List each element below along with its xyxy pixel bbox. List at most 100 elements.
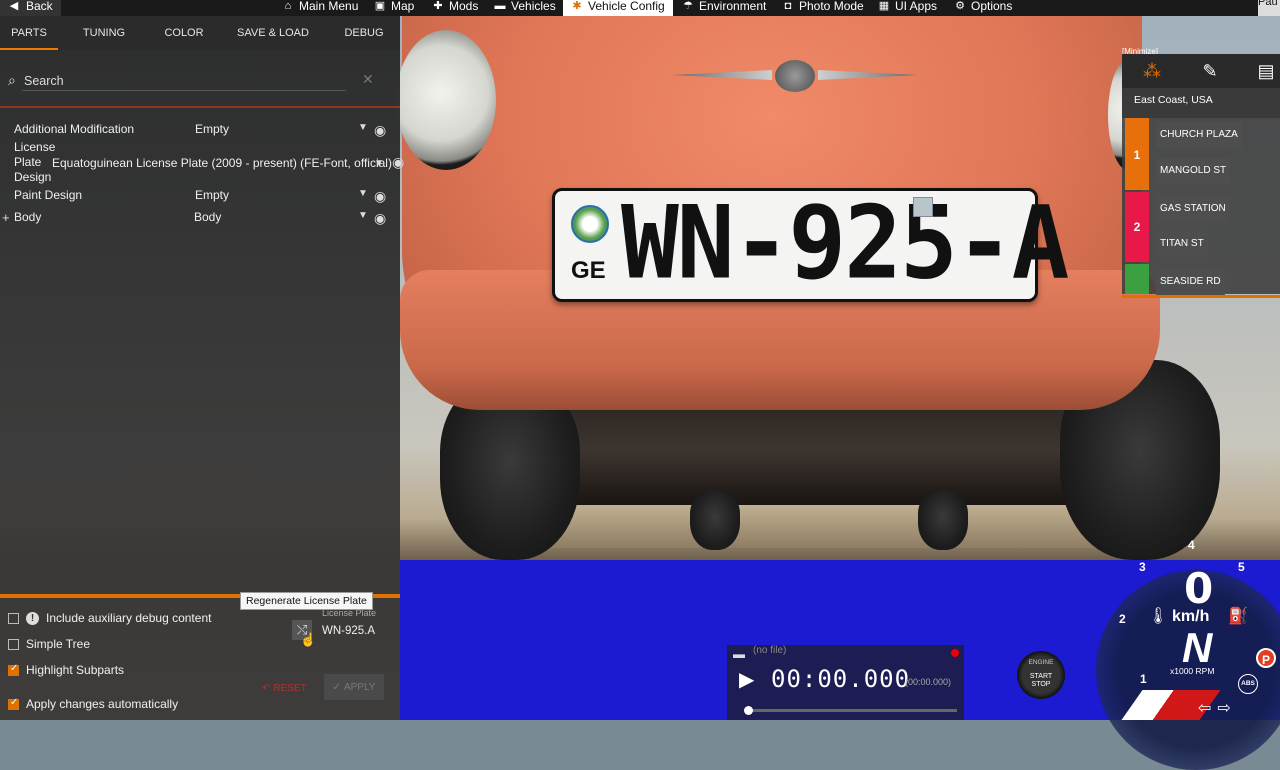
pause-button[interactable]: Pau (1258, 0, 1280, 16)
menu-label: UI Apps (895, 0, 938, 13)
part-row-additional-modification[interactable]: Additional Modification Empty ▼ ◉ (0, 122, 400, 142)
rpm-tick: 4 (1188, 538, 1195, 552)
desert-horizon (540, 498, 1100, 548)
replay-total-time: (00:00.000) (905, 677, 952, 687)
segment-number: 2 (1133, 220, 1141, 234)
street-item[interactable]: MANGOLD ST (1156, 158, 1231, 184)
menu-label: Environment (699, 0, 767, 13)
nav-bottom-bar (1122, 295, 1280, 298)
car-icon: ▬ (494, 0, 506, 12)
check-icon: ✓ (332, 681, 341, 693)
eye-icon[interactable]: ◉ (374, 122, 386, 139)
option-highlight-subparts[interactable]: Highlight Subparts (8, 661, 124, 679)
apply-button[interactable]: ✓ APPLY (324, 674, 384, 700)
street-item[interactable]: SEASIDE RD (1156, 269, 1225, 295)
chevron-down-icon[interactable]: ▼ (358, 188, 368, 199)
option-simple-tree[interactable]: Simple Tree (8, 635, 90, 653)
tab-debug[interactable]: DEBUG (328, 16, 400, 50)
clear-icon[interactable]: ✕ (362, 71, 374, 88)
search-bar: ⌕ ✕ (0, 66, 400, 108)
option-apply-automatically[interactable]: Apply changes automatically (8, 695, 178, 713)
eye-icon[interactable]: ◉ (374, 188, 386, 205)
menu-ui-apps[interactable]: ▦ UI Apps (878, 0, 937, 16)
menu-label: Photo Mode (799, 0, 864, 13)
play-icon[interactable]: ▶ (739, 667, 754, 692)
undo-icon: ↶ (262, 682, 271, 694)
route-icon[interactable]: ⁂ (1138, 59, 1166, 83)
street-item[interactable]: TITAN ST (1156, 231, 1208, 257)
chevron-down-icon[interactable]: ▼ (374, 158, 384, 169)
folder-icon[interactable]: ▬ (733, 647, 745, 661)
mods-icon: ✚ (433, 0, 443, 12)
tab-save-load[interactable]: SAVE & LOAD (218, 16, 328, 50)
replay-scrubber[interactable] (744, 706, 957, 715)
menu-main-menu[interactable]: ⌂ Main Menu (282, 0, 359, 16)
edit-icon[interactable]: ✎ (1196, 59, 1224, 83)
option-label: Simple Tree (26, 637, 91, 651)
menu-label: Main Menu (299, 0, 359, 13)
part-value[interactable]: Body (194, 210, 221, 224)
menu-environment[interactable]: ☂ Environment (682, 0, 766, 16)
map-icon: ▣ (374, 0, 386, 12)
menu-map[interactable]: ▣ Map (374, 0, 415, 16)
license-plate: GE WN-925-A (552, 184, 1069, 302)
reset-button[interactable]: ↶ RESET (262, 680, 307, 696)
part-value[interactable]: Empty (195, 188, 229, 202)
menu-options[interactable]: ⚙ Options (954, 0, 1012, 16)
speedometer: 1 2 3 4 5 0 🌡 km/h ⛽ N x1000 RPM P ABS ⇦… (1092, 538, 1280, 770)
chevron-down-icon[interactable]: ▼ (358, 122, 368, 133)
route-segment (1125, 264, 1149, 294)
engine-start-stop-button[interactable]: ENGINE START STOP (1017, 651, 1065, 699)
save-icon[interactable]: ▤ (1252, 59, 1280, 83)
simple-tree-checkbox[interactable] (8, 638, 19, 650)
part-label-line: Design (14, 170, 52, 184)
replay-time: 00:00.000 (771, 665, 911, 693)
engine-start-label: START (1029, 673, 1053, 680)
license-plate-input[interactable] (318, 620, 394, 642)
engine-label: ENGINE (1028, 659, 1054, 666)
auto-apply-checkbox[interactable] (8, 697, 19, 710)
part-label-line: Plate (14, 155, 42, 169)
search-icon: ⌕ (8, 72, 16, 88)
config-tabs: PARTS TUNING COLOR SAVE & LOAD DEBUG (0, 16, 400, 50)
street-item[interactable]: CHURCH PLAZA (1156, 122, 1242, 148)
nav-route-list: 1 2 CHURCH PLAZA MANGOLD ST GAS STATION … (1122, 118, 1280, 295)
tab-parts[interactable]: PARTS (0, 16, 58, 50)
tab-color[interactable]: COLOR (150, 16, 218, 50)
option-include-debug[interactable]: ! Include auxiliary debug content (8, 609, 211, 627)
part-row-body[interactable]: + Body Body ▼ ◉ (0, 210, 400, 230)
menu-label: Map (391, 0, 415, 13)
scrubber-knob[interactable] (744, 706, 753, 715)
part-value[interactable]: Equatoguinean License Plate (2009 - pres… (52, 156, 392, 170)
menu-vehicle-config[interactable]: ✱ Vehicle Config (563, 0, 673, 16)
left-headlamp (396, 30, 496, 170)
segment-number: 1 (1133, 148, 1141, 162)
settings-icon: ⚙ (955, 0, 965, 12)
menu-vehicles[interactable]: ▬ Vehicles (494, 0, 556, 16)
street-item[interactable]: GAS STATION (1156, 196, 1230, 222)
debug-checkbox[interactable] (8, 612, 19, 624)
eye-icon[interactable]: ◉ (392, 154, 404, 171)
navigation-widget: [Minimize] ⁂ ✎ ▤ East Coast, USA 1 2 CHU… (1122, 47, 1280, 300)
abs-icon: ABS (1238, 674, 1258, 694)
highlight-checkbox[interactable] (8, 663, 19, 676)
option-label: Include auxiliary debug content (46, 611, 212, 625)
part-value[interactable]: Empty (195, 122, 229, 136)
part-row-license-plate-design[interactable]: License Plate Design Equatoguinean Licen… (0, 140, 404, 184)
eye-icon[interactable]: ◉ (374, 210, 386, 227)
gear-icon: ✱ (572, 0, 582, 12)
rpm-tick: 1 (1140, 672, 1147, 686)
environment-icon: ☂ (683, 0, 693, 12)
reset-label: RESET (273, 682, 307, 694)
menu-mods[interactable]: ✚ Mods (432, 0, 478, 16)
menu-photo-mode[interactable]: ◘ Photo Mode (782, 0, 864, 16)
expand-plus-icon[interactable]: + (2, 210, 10, 225)
record-button[interactable] (951, 649, 959, 657)
search-input[interactable] (22, 72, 346, 91)
back-button[interactable]: ◀ Back (0, 0, 61, 16)
part-label: Additional Modification (14, 122, 135, 136)
part-row-paint-design[interactable]: Paint Design Empty ▼ ◉ (0, 188, 400, 208)
tab-tuning[interactable]: TUNING (58, 16, 150, 50)
chevron-down-icon[interactable]: ▼ (358, 210, 368, 221)
replay-panel: ▬ (no file) ▶ 00:00.000 (00:00.000) (727, 645, 964, 720)
